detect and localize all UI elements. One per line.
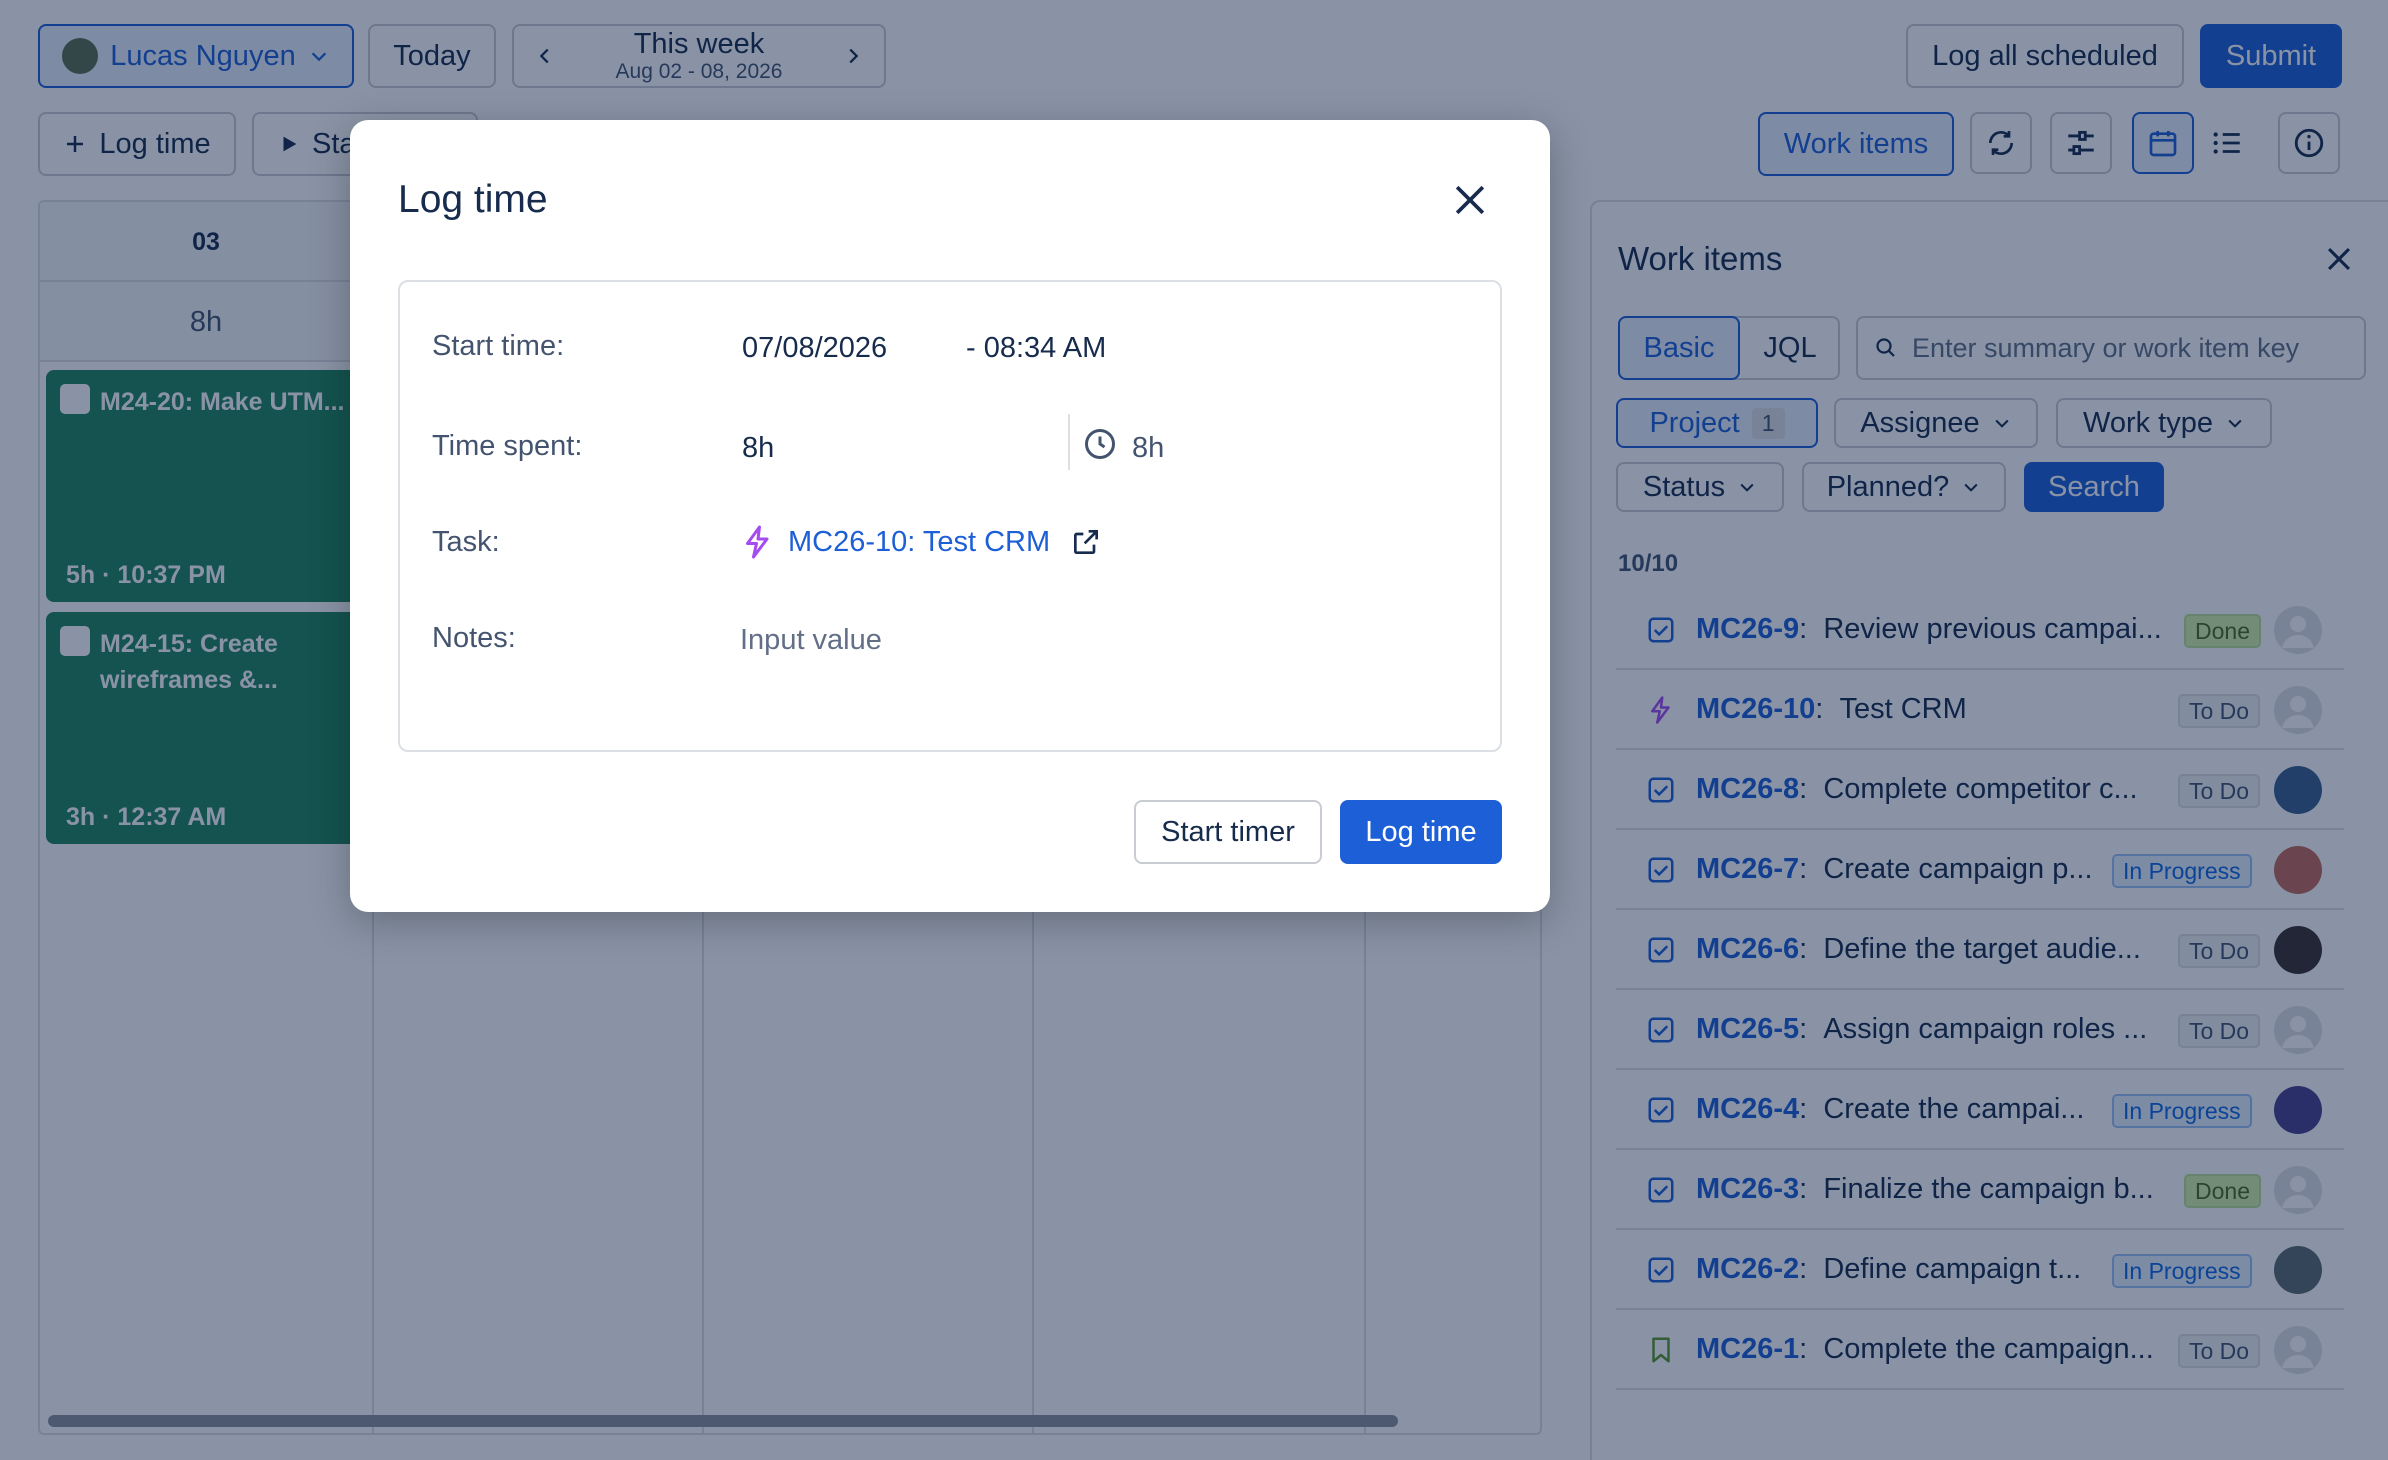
- time-remaining-value[interactable]: 8h: [1132, 432, 1164, 465]
- time-spent-label: Time spent:: [432, 430, 583, 462]
- start-time-label: Start time:: [432, 330, 565, 362]
- task-link[interactable]: MC26-10: Test CRM: [788, 526, 1050, 559]
- notes-label: Notes:: [432, 622, 516, 654]
- log-time-label: Log time: [1365, 815, 1477, 848]
- external-link-icon[interactable]: [1070, 526, 1102, 558]
- start-timer-label: Start timer: [1161, 815, 1295, 848]
- time-spent-input[interactable]: 8h: [742, 432, 774, 465]
- start-date-input[interactable]: 07/08/2026: [742, 332, 887, 365]
- log-time-button[interactable]: Log time: [1340, 800, 1502, 864]
- notes-input[interactable]: Input value: [740, 624, 1460, 657]
- task-label: Task:: [432, 526, 500, 558]
- start-time-input[interactable]: - 08:34 AM: [966, 332, 1106, 365]
- dialog-title: Log time: [398, 178, 548, 221]
- time-field-divider: [1068, 414, 1070, 470]
- log-time-form: Start time: 07/08/2026 - 08:34 AM Time s…: [398, 280, 1502, 752]
- close-icon[interactable]: [1448, 178, 1492, 222]
- app-background: Lucas Nguyen Today This week Aug 02 - 08…: [0, 0, 2388, 1460]
- log-time-dialog: Log time Start time: 07/08/2026 - 08:34 …: [350, 120, 1550, 912]
- clock-icon: [1085, 429, 1115, 459]
- start-timer-button[interactable]: Start timer: [1134, 800, 1322, 864]
- epic-icon: [746, 525, 769, 559]
